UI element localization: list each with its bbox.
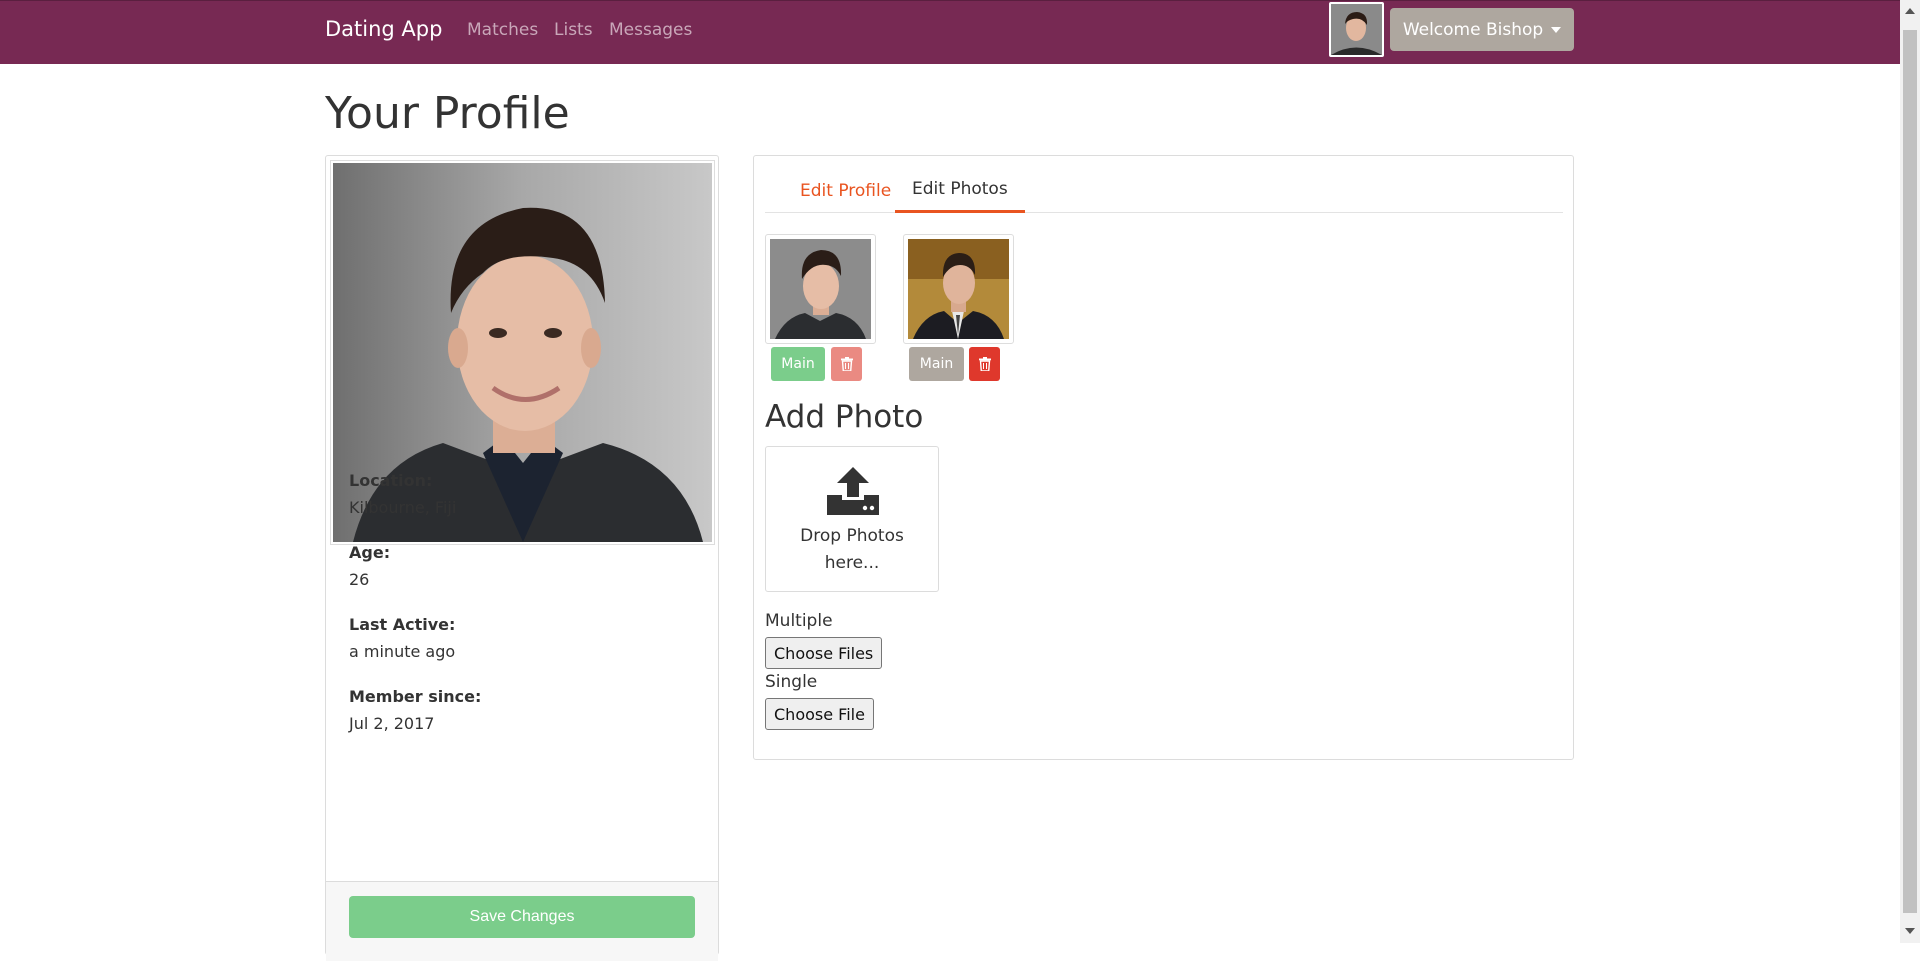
page-title: Your Profile [325,88,570,139]
set-main-photo-button[interactable]: Main [909,347,964,381]
multiple-upload-label: Multiple [765,611,833,631]
photo-thumbnail [765,234,876,344]
scroll-down-arrow-icon[interactable] [1905,928,1915,934]
last-active-field: Last Active: a minute ago [349,615,455,661]
tab-bar: Edit Profile Edit Photos [765,168,1563,213]
brand-link[interactable]: Dating App [325,17,442,41]
add-photo-title: Add Photo [765,399,924,435]
age-value: 26 [349,570,370,589]
welcome-text: Welcome Bishop [1402,19,1544,40]
last-active-label: Last Active: [349,615,456,634]
scroll-up-arrow-icon[interactable] [1905,8,1915,14]
location-value: Kilbourne, Fiji [349,498,457,517]
caret-down-icon [1551,26,1562,33]
upload-icon [827,467,879,515]
location-field: Location: Kilbourne, Fiji [349,471,456,517]
drop-zone-text: Drop Photos here... [766,523,938,577]
user-dropdown-toggle[interactable]: Welcome Bishop [1390,8,1574,51]
user-avatar [1329,2,1384,57]
trash-icon [840,357,853,371]
nav-link-lists[interactable]: Lists [554,20,593,40]
delete-photo-button[interactable] [831,347,862,381]
photo-thumbnail [903,234,1014,344]
choose-files-button[interactable]: Choose Files [765,637,883,669]
navbar: Dating App Matches Lists Messages Welcom… [0,0,1900,64]
drop-zone-line-1: Drop Photos [800,526,904,546]
member-since-value: Jul 2, 2017 [349,714,435,733]
delete-photo-button[interactable] [969,347,1000,381]
profile-card-footer: Save Changes [326,881,718,961]
save-changes-button[interactable]: Save Changes [349,896,695,938]
trash-icon [978,357,991,371]
age-field: Age: 26 [349,543,390,589]
tab-edit-profile[interactable]: Edit Profile [783,168,908,213]
nav-link-matches[interactable]: Matches [467,20,538,40]
tab-edit-photos[interactable]: Edit Photos [895,168,1025,213]
photo-drop-zone[interactable]: Drop Photos here... [765,446,939,592]
drop-zone-line-2: here... [824,553,880,573]
profile-card: Location: Kilbourne, Fiji Age: 26 Last A… [325,155,719,961]
edit-tabs-card: Edit Profile Edit Photos Main Main Add P… [753,155,1574,760]
single-upload-label: Single [765,672,818,692]
age-label: Age: [349,543,391,562]
location-label: Location: [349,471,433,490]
nav-link-messages[interactable]: Messages [609,20,692,40]
scrollbar-thumb[interactable] [1903,30,1917,913]
last-active-value: a minute ago [349,642,456,661]
member-since-label: Member since: [349,687,482,706]
choose-file-button[interactable]: Choose File [765,698,874,730]
member-since-field: Member since: Jul 2, 2017 [349,687,481,733]
set-main-photo-button[interactable]: Main [771,347,825,381]
